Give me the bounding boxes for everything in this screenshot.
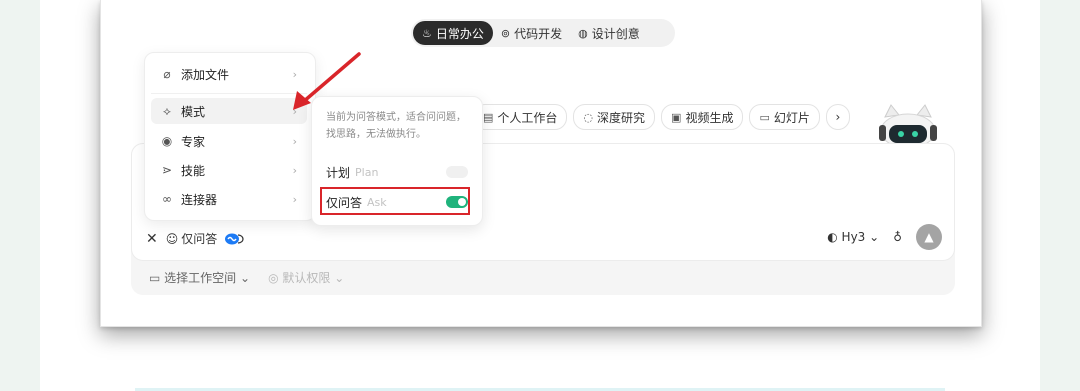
send-icon: ▲ <box>924 230 934 244</box>
composer-tools: ✕ ☺ 仅问答 <box>146 230 247 247</box>
workspace-label: 选择工作空间 <box>164 271 237 285</box>
folder-icon: ▭ <box>149 271 161 285</box>
permission-selector[interactable]: ◎ 默认权限 ⌄ <box>268 269 344 286</box>
chevron-down-icon: ⌄ <box>334 271 345 285</box>
chevron-right-icon: › <box>292 192 297 206</box>
send-button[interactable]: ▲ <box>916 224 942 250</box>
mode-option-plan[interactable]: 计划 Plan <box>326 161 470 183</box>
mode-option-en: Plan <box>355 165 379 179</box>
menu-item-connector[interactable]: ∞ 连接器 › <box>151 186 307 212</box>
chip-video[interactable]: ▣ 视频生成 <box>661 104 744 130</box>
quick-chips: ▤ 个人工作台 ◌ 深度研究 ▣ 视频生成 ▭ 幻灯片 › <box>473 104 850 130</box>
link-icon: ∞ <box>162 192 172 206</box>
menu-item-label: 添加文件 <box>181 67 230 82</box>
tab-code-dev[interactable]: ⊚ 代码开发 <box>493 21 570 45</box>
chip-slides[interactable]: ▭ 幻灯片 <box>749 104 820 130</box>
menu-item-expert[interactable]: ◉ 专家 › <box>151 128 307 154</box>
close-icon[interactable]: ✕ <box>146 231 158 247</box>
chevron-down-icon: ⌄ <box>240 271 251 285</box>
chip-deep-research[interactable]: ◌ 深度研究 <box>573 104 656 130</box>
model-name: Hy3 <box>841 230 866 244</box>
workspace-bar: ▭ 选择工作空间 ⌄ ◎ 默认权限 ⌄ <box>149 269 344 286</box>
tab-design[interactable]: ◍ 设计创意 <box>570 21 648 45</box>
mode-icon: ⟡ <box>163 103 171 118</box>
video-icon: ▣ <box>671 110 682 124</box>
robot-mascot-icon <box>879 104 937 147</box>
chat-icon: ☺ <box>165 231 179 246</box>
workspace-selector[interactable]: ▭ 选择工作空间 ⌄ <box>149 269 250 286</box>
menu-item-label: 技能 <box>181 163 206 178</box>
annotation-arrow-icon <box>293 52 361 110</box>
scenario-tabs: ♨ 日常办公 ⊚ 代码开发 ◍ 设计创意 <box>411 19 675 47</box>
highlight-box <box>320 187 470 215</box>
composer-actions: ◐ Hy3 ⌄ ♁ ▲ <box>827 224 942 250</box>
chevron-down-icon: ⌄ <box>869 230 880 244</box>
chevron-right-icon: › <box>835 110 841 124</box>
menu-item-label: 模式 <box>181 104 206 119</box>
menu-item-label: 专家 <box>181 134 206 149</box>
chip-label: 深度研究 <box>597 110 646 125</box>
tab-daily-office[interactable]: ♨ 日常办公 <box>413 21 493 45</box>
workspace-icon: ▤ <box>483 110 494 124</box>
tab-label: 代码开发 <box>514 26 563 41</box>
chip-label: 个人工作台 <box>497 110 558 125</box>
chips-more-button[interactable]: › <box>825 104 850 130</box>
app-screenshot: ♨ 日常办公 ⊚ 代码开发 ◍ 设计创意 ▤ 个人工作台 ◌ 深度研究 ▣ 视频… <box>100 0 982 327</box>
chip-workspace[interactable]: ▤ 个人工作台 <box>473 104 568 130</box>
chevron-right-icon: › <box>292 134 297 148</box>
chip-label: 视频生成 <box>685 110 734 125</box>
expert-icon: ◉ <box>161 134 173 148</box>
code-icon: ⊚ <box>500 26 511 40</box>
check-circle-icon: ◎ <box>268 271 279 285</box>
chevron-right-icon: › <box>292 163 297 177</box>
mode-tag-label: 仅问答 <box>181 232 218 246</box>
skill-icon: ⋗ <box>161 163 173 177</box>
model-selector[interactable]: ◐ Hy3 ⌄ <box>827 230 879 244</box>
palette-icon: ◍ <box>578 26 588 40</box>
menu-item-label: 连接器 <box>181 192 218 207</box>
slides-icon: ▭ <box>759 110 770 124</box>
mug-icon: ♨ <box>422 26 432 40</box>
plan-toggle[interactable] <box>446 166 468 178</box>
search-icon: ◌ <box>583 110 594 124</box>
menu-item-skill[interactable]: ⋗ 技能 › <box>151 157 307 183</box>
model-icon: ◐ <box>827 230 838 244</box>
tab-label: 日常办公 <box>435 26 484 41</box>
paperclip-icon: ⌀ <box>163 67 171 81</box>
mode-tag[interactable]: ☺ 仅问答 <box>166 230 218 247</box>
mode-option-label: 计划 <box>326 165 351 180</box>
tab-label: 设计创意 <box>591 26 640 41</box>
connector-status-icon[interactable] <box>225 233 247 245</box>
permission-label: 默认权限 <box>282 271 331 285</box>
microphone-icon[interactable]: ♁ <box>893 230 902 244</box>
chip-label: 幻灯片 <box>773 110 810 125</box>
